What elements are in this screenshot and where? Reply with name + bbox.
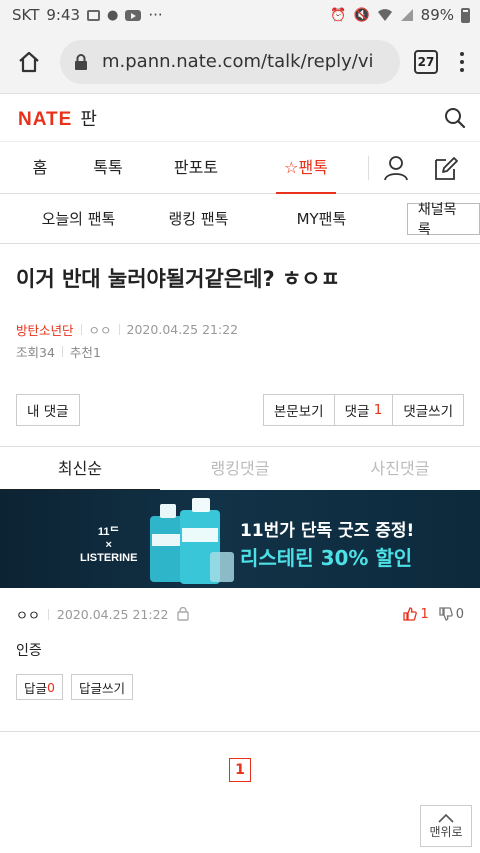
- thumbs-down-icon: [439, 607, 453, 621]
- mouthwash-bottles-image: [150, 498, 234, 584]
- recommend-label: 추천: [69, 344, 93, 360]
- reply-count: 0: [47, 679, 55, 695]
- write-comment-button[interactable]: 댓글쓰기: [393, 394, 464, 426]
- views-count: 34: [39, 344, 55, 360]
- board-name-link[interactable]: 방탄소년단: [16, 320, 74, 339]
- comment-author: ㅇㅇ: [16, 608, 40, 624]
- dislike-button[interactable]: 0: [439, 607, 464, 622]
- subnav-today-fantalk[interactable]: 오늘의 팬톡: [16, 208, 141, 229]
- tab-latest[interactable]: 최신순: [0, 447, 160, 491]
- lock-icon: [75, 53, 87, 70]
- comments-label: 댓글: [344, 404, 370, 420]
- chevron-up-icon: [438, 813, 454, 823]
- write-reply-button[interactable]: 답글쓰기: [70, 674, 133, 700]
- notification-icon: ●: [107, 7, 119, 23]
- scroll-to-top-button[interactable]: 맨위로: [420, 805, 472, 847]
- ad-brand-bottom: LISTERINE: [80, 552, 138, 564]
- like-count: 1: [420, 606, 429, 622]
- clock: 9:43: [46, 6, 81, 24]
- search-icon[interactable]: [444, 107, 466, 129]
- nate-logo: NATE: [18, 108, 73, 130]
- ad-brand-top: 11ᄃ: [97, 526, 120, 538]
- battery-icon: [461, 7, 470, 23]
- carrier: SKT: [12, 6, 40, 24]
- nav-home[interactable]: 홈: [0, 142, 80, 194]
- tab-ranking-comments[interactable]: 랭킹댓글: [160, 447, 320, 490]
- sub-nav: 오늘의 팬톡 랭킹 팬톡 MY팬톡 채널목록: [0, 194, 480, 244]
- ad-brand-x: ×: [105, 539, 112, 551]
- ad-discount: 리스테린 30% 할인: [240, 546, 413, 570]
- status-bar: SKT 9:43 ● ··· ⏰ 🔇 89%: [0, 0, 480, 30]
- recommend-count: 1: [92, 344, 101, 360]
- view-post-button[interactable]: 본문보기: [262, 394, 335, 426]
- browser-toolbar: m.pann.nate.com/talk/reply/vi 27: [0, 30, 480, 94]
- main-nav: 홈 톡톡 판포토 ☆팬톡: [0, 142, 480, 194]
- nav-toktok[interactable]: 톡톡: [80, 142, 136, 194]
- reply-count-button[interactable]: 답글 0: [16, 674, 63, 700]
- thumbs-up-icon: [403, 607, 418, 621]
- user-icon[interactable]: [383, 155, 409, 181]
- site-header: NATE 판: [0, 94, 480, 142]
- subnav-my-fantalk[interactable]: MY팬톡: [256, 208, 387, 229]
- browser-menu-icon[interactable]: [452, 51, 472, 72]
- views-label: 조회: [16, 344, 40, 360]
- page-number-current[interactable]: 1: [229, 758, 251, 782]
- gallery-notification-icon: [87, 9, 101, 21]
- nav-panpoto[interactable]: 판포토: [136, 142, 256, 194]
- comment-pagination: 1: [0, 758, 480, 782]
- ad-banner[interactable]: 11ᄃ × LISTERINE 11번가 단독 굿즈 증정! 리스테린 30% …: [0, 490, 480, 588]
- like-button[interactable]: 1: [403, 606, 429, 622]
- divider: [61, 345, 63, 357]
- ad-headline: 11번가 단독 굿즈 증정!: [240, 521, 415, 541]
- divider: [47, 608, 49, 620]
- report-icon[interactable]: [176, 607, 189, 621]
- post-actions: 내 댓글 본문보기 댓글 1 댓글쓰기: [0, 394, 480, 426]
- comment-datetime: 2020.04.25 21:22: [56, 606, 169, 622]
- site-logo[interactable]: NATE 판: [18, 105, 97, 131]
- post-title: 이거 반대 눌러야될거같은데? ㅎㅇㅍ: [16, 267, 340, 291]
- battery-level: 89%: [420, 6, 454, 24]
- alarm-icon: ⏰: [330, 7, 347, 23]
- mute-icon: 🔇: [353, 7, 370, 23]
- comments-count: 1: [373, 402, 383, 418]
- comment-item: ㅇㅇ 2020.04.25 21:22 1 0 인증 답글 0 답글쓰기: [0, 604, 480, 732]
- comment-sort-tabs: 최신순 랭킹댓글 사진댓글: [0, 446, 480, 491]
- divider: [80, 323, 82, 335]
- tab-switcher-button[interactable]: 27: [414, 49, 438, 74]
- youtube-notification-icon: [125, 9, 142, 21]
- divider: [118, 323, 120, 335]
- pann-section-label: 판: [80, 108, 97, 130]
- nav-fantalk[interactable]: ☆팬톡: [256, 142, 356, 194]
- comments-button[interactable]: 댓글 1: [334, 394, 394, 426]
- post-stats: 조회34 추천1: [0, 342, 480, 360]
- more-notifications-icon: ···: [148, 6, 163, 24]
- url-text: m.pann.nate.com/talk/reply/vi: [102, 51, 374, 72]
- my-comments-button[interactable]: 내 댓글: [16, 394, 80, 426]
- dislike-count: 0: [455, 606, 464, 622]
- post-author: ㅇㅇ: [88, 322, 112, 338]
- post-meta: 방탄소년단 ㅇㅇ 2020.04.25 21:22: [0, 320, 480, 338]
- nav-divider: [368, 155, 369, 180]
- browser-home-button[interactable]: [8, 41, 50, 83]
- reply-label: 답글: [24, 680, 48, 696]
- wifi-icon: [377, 9, 392, 21]
- address-bar[interactable]: m.pann.nate.com/talk/reply/vi: [60, 39, 400, 84]
- ad-brand-logo: 11ᄃ × LISTERINE: [80, 526, 137, 565]
- tab-photo-comments[interactable]: 사진댓글: [320, 447, 480, 490]
- comment-text: 인증: [16, 643, 42, 659]
- post-datetime: 2020.04.25 21:22: [126, 321, 239, 337]
- subnav-ranking-fantalk[interactable]: 랭킹 팬톡: [141, 208, 256, 229]
- channel-list-button[interactable]: 채널목록: [406, 202, 480, 238]
- scroll-to-top-label: 맨위로: [429, 824, 463, 839]
- signal-icon: [400, 9, 413, 21]
- write-post-icon[interactable]: [433, 155, 459, 181]
- home-icon: [19, 51, 39, 72]
